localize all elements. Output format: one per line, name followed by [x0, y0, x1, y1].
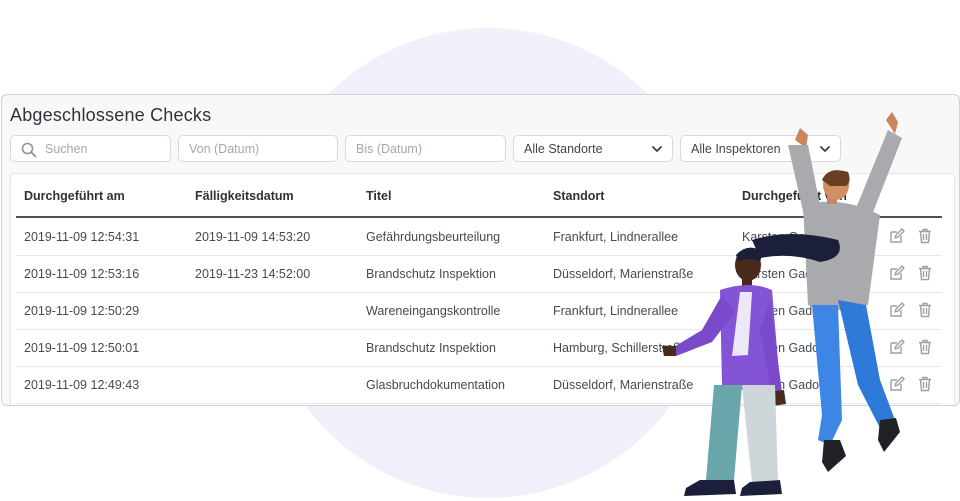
edit-icon[interactable]: [888, 227, 906, 245]
column-header-location[interactable]: Standort: [553, 189, 604, 203]
table-header: Durchgeführt am Fälligkeitsdatum Titel S…: [16, 174, 942, 218]
cell-performed: 2019-11-09 12:50:01: [24, 341, 140, 355]
location-select-value: Alle Standorte: [524, 141, 603, 156]
trash-icon[interactable]: [916, 227, 934, 245]
cell-location: Düsseldorf, Marienstraße: [553, 267, 694, 281]
cell-performed-by: Karsten Gado: [742, 341, 820, 355]
cell-performed-by: Karsten Gado: [742, 267, 820, 281]
trash-icon[interactable]: [916, 338, 934, 356]
cell-title: Gefährdungsbeurteilung: [366, 230, 501, 244]
search-input[interactable]: [45, 141, 170, 156]
cell-location: Düsseldorf, Marienstraße: [553, 378, 694, 392]
column-header-performed-by[interactable]: Durchgeführt von: [742, 189, 847, 203]
column-header-title[interactable]: Titel: [366, 189, 391, 203]
cell-performed-by: Karsten Gado: [742, 304, 820, 318]
edit-icon[interactable]: [888, 264, 906, 282]
date-to-input[interactable]: [356, 141, 505, 156]
trash-icon[interactable]: [916, 301, 934, 319]
search-icon: [21, 142, 37, 158]
edit-icon[interactable]: [888, 375, 906, 393]
cell-performed-by: Karsten Gado: [742, 378, 820, 392]
column-header-due-date[interactable]: Fälligkeitsdatum: [195, 189, 294, 203]
cell-due-date: 2019-11-09 14:53:20: [195, 230, 311, 244]
cell-location: Frankfurt, Lindnerallee: [553, 230, 679, 244]
cell-title: Glasbruchdokumentation: [366, 378, 505, 392]
cell-due-date: 2019-11-23 14:52:00: [195, 267, 311, 281]
table-row[interactable]: 2019-11-09 12:50:29 Wareneingangskontrol…: [16, 292, 942, 330]
cell-title: Brandschutz Inspektion: [366, 341, 496, 355]
cell-performed: 2019-11-09 12:50:29: [24, 304, 140, 318]
completed-checks-panel: Abgeschlossene Checks Alle Standorte All…: [1, 94, 960, 406]
location-select[interactable]: Alle Standorte: [513, 135, 673, 162]
edit-icon[interactable]: [888, 338, 906, 356]
cell-title: Wareneingangskontrolle: [366, 304, 501, 318]
cell-location: Hamburg, Schillerstraße: [553, 341, 688, 355]
search-field: [10, 135, 171, 162]
table-row[interactable]: 2019-11-09 12:50:01 Brandschutz Inspekti…: [16, 329, 942, 367]
chevron-down-icon: [820, 145, 830, 152]
cell-performed: 2019-11-09 12:54:31: [24, 230, 140, 244]
cell-location: Frankfurt, Lindnerallee: [553, 304, 679, 318]
checks-table: Durchgeführt am Fälligkeitsdatum Titel S…: [10, 173, 955, 405]
chevron-down-icon: [652, 145, 662, 152]
inspector-select-value: Alle Inspektoren: [691, 141, 781, 156]
table-row[interactable]: 2019-11-09 12:54:31 2019-11-09 14:53:20 …: [16, 218, 942, 256]
cell-performed-by: Karsten Gado: [742, 230, 820, 244]
inspector-select[interactable]: Alle Inspektoren: [680, 135, 841, 162]
page-title: Abgeschlossene Checks: [10, 105, 212, 125]
date-from-field: [178, 135, 338, 162]
date-from-input[interactable]: [189, 141, 337, 156]
trash-icon[interactable]: [916, 375, 934, 393]
table-row[interactable]: 2019-11-09 12:53:16 2019-11-23 14:52:00 …: [16, 255, 942, 293]
cell-performed: 2019-11-09 12:49:43: [24, 378, 140, 392]
edit-icon[interactable]: [888, 301, 906, 319]
date-to-field: [345, 135, 506, 162]
cell-performed: 2019-11-09 12:53:16: [24, 267, 140, 281]
trash-icon[interactable]: [916, 264, 934, 282]
column-header-performed[interactable]: Durchgeführt am: [24, 189, 125, 203]
cell-title: Brandschutz Inspektion: [366, 267, 496, 281]
table-row[interactable]: 2019-11-09 12:49:43 Glasbruchdokumentati…: [16, 366, 942, 404]
